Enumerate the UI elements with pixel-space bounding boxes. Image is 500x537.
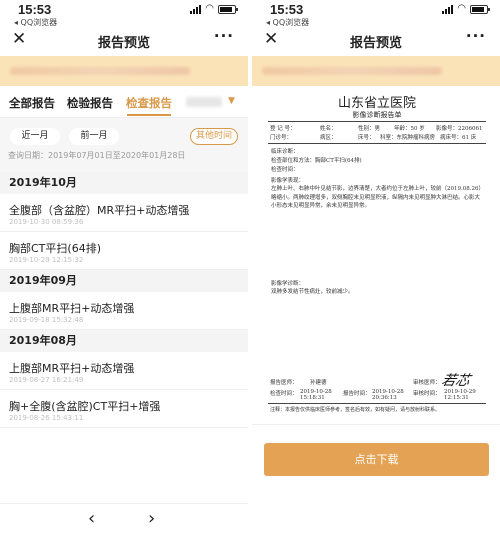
status-bar: 15:53 ◂ QQ浏览器 ◠ [0,0,248,27]
exam-part-method: 检查部位和方法：胸部CT平扫(64排) [271,158,362,164]
tab-exam-reports[interactable]: 检查报告 [126,95,172,111]
findings-text: 左肺上叶、右肺中叶见结节影，边界清楚，大者约位于左肺上叶，较前（2019.08.… [271,186,482,209]
outpatient-number: 门诊号： [270,135,293,141]
review-time-label: 审核时间： [413,391,441,397]
report-date: 2019-08-27 16:21:49 [9,376,84,384]
month-header: 2019年10月 [0,172,248,194]
signal-icon [190,4,202,14]
list-item[interactable]: 上腹部MR平扫+动态增强 2019-08-27 16:21:49 [0,352,248,390]
tab-all-reports[interactable]: 全部报告 [9,95,55,111]
reviewer-label: 审核医师： [413,380,441,386]
report-name: 上腹部MR平扫+动态增强 [9,362,135,375]
report-subtitle: 影像诊断报告单 [352,111,402,119]
report-preview-screen: 15:53 ◂ QQ浏览器 ◠ ✕ 报告预览 ··· 山东省立医院 影像诊断报告… [252,0,500,537]
name-label: 姓名： [320,126,337,132]
conclusion-text: 双肺多发结节性病灶，较前减少。 [271,289,354,295]
findings-label: 影像学表现： [271,178,305,184]
exam-time-label: 检查时间： [270,391,298,397]
report-name: 上腹部MR平扫+动态增强 [9,302,135,315]
more-icon[interactable]: ··· [214,27,234,45]
month-header: 2019年08月 [0,330,248,352]
signal-icon [442,4,454,14]
report-tabs: 全部报告 检验报告 检查报告 ▼ [0,86,248,118]
status-bar: 15:53 ◂ QQ浏览器 ◠ [252,0,500,27]
exam-time-label: 检查时间： [271,167,299,173]
report-time-value: 2019-10-28 20:36:13 [372,389,404,401]
ward: 病区： [320,135,337,141]
page-title: 报告预览 [97,36,150,51]
patient-info-redacted [10,67,190,75]
more-icon[interactable]: ··· [466,27,486,45]
page-title: 报告预览 [349,36,402,51]
reporter-name: 孙建德 [310,380,327,386]
footnote: 注释：本报告仅供临床医师参考，签名后有效，如有疑问，请与放射科联系。 [270,407,441,413]
divider [268,143,486,144]
query-date-range: 查询日期：2019年07月01日至2020年01月28日 [8,151,186,160]
report-list: 2019年10月 全腹部（含盆腔）MR平扫+动态增强 2019-10-30 08… [0,172,248,428]
browser-bottom-bar: ‹ › [0,503,248,537]
patient-banner [252,56,500,86]
age: 年龄：50 岁 [394,126,425,132]
reviewer-signature: 若芯 [439,373,472,389]
battery-icon [218,4,238,14]
wifi-icon: ◠ [457,3,466,14]
patient-info-redacted [262,67,442,75]
status-time: 15:53 [18,2,52,17]
prev-month-button[interactable]: 前一月 [69,128,119,145]
list-item[interactable]: 胸部CT平扫(64排) 2019-10-29 12:15:32 [0,232,248,270]
reporter-label: 报告医师： [270,380,298,386]
patient-banner [0,56,248,86]
list-item[interactable]: 上腹部MR平扫+动态增强 2019-09-18 15:32:48 [0,292,248,330]
download-button[interactable]: 点击下载 [264,443,489,476]
month-header: 2019年09月 [0,270,248,292]
nav-bar: ✕ 报告预览 ··· [0,26,248,56]
chevron-down-icon[interactable]: ▼ [228,96,235,106]
list-item[interactable]: 全腹部（含盆腔）MR平扫+动态增强 2019-10-30 08:59:36 [0,194,248,232]
other-time-button[interactable]: 其他时间 [190,128,238,145]
nav-bar: ✕ 报告预览 ··· [252,26,500,56]
date-filters: 近一月 前一月 其他时间 查询日期：2019年07月01日至2020年01月28… [0,118,248,160]
status-time: 15:53 [270,2,304,17]
exam-time-value: 2019-10-28 15:18:31 [300,389,332,401]
divider [252,424,500,425]
tab-redacted[interactable] [186,97,222,107]
report-list-screen: 15:53 ◂ QQ浏览器 ◠ ✕ 报告预览 ··· 全部报告 检验报告 检查报… [0,0,248,537]
bed-number: 病床号：61 床 [440,135,477,141]
recent-month-button[interactable]: 近一月 [10,128,60,145]
back-arrow-icon[interactable]: ‹ [88,508,95,529]
divider [268,121,486,122]
conclusion-label: 影像学诊断： [271,281,305,287]
forward-arrow-icon[interactable]: › [148,508,155,529]
status-icons: ◠ [442,3,490,14]
patient-id-label: 登 记 号： [270,126,296,132]
report-date: 2019-09-18 15:32:48 [9,316,84,324]
active-tab-indicator [127,114,171,116]
report-time-label: 报告时间： [343,391,371,397]
clinical-diagnosis: 临床诊断： [271,149,299,155]
status-icons: ◠ [190,3,238,14]
report-document: 山东省立医院 影像诊断报告单 登 记 号： 姓名： 性别：男 年龄：50 岁 影… [268,92,486,417]
battery-icon [470,4,490,14]
spacer [0,160,248,172]
image-number: 影像号：2206061 [436,126,483,132]
report-name: 胸+全腹(含盆腔)CT平扫+增强 [9,400,161,413]
department: 科室：东院肿瘤科病房 [380,135,436,141]
report-name: 胸部CT平扫(64排) [9,242,101,255]
list-item[interactable]: 胸+全腹(含盆腔)CT平扫+增强 2019-08-26 15:43:11 [0,390,248,428]
report-name: 全腹部（含盆腔）MR平扫+动态增强 [9,204,190,217]
report-date: 2019-08-26 15:43:11 [9,414,84,422]
tab-lab-reports[interactable]: 检验报告 [67,95,113,111]
review-time-value: 2019-10-29 12:15:31 [444,389,476,401]
report-date: 2019-10-29 12:15:32 [9,256,84,264]
gender: 性别：男 [358,126,381,132]
hospital-name: 山东省立医院 [337,96,416,111]
bed: 床号： [358,135,375,141]
report-date: 2019-10-30 08:59:36 [9,218,84,226]
wifi-icon: ◠ [205,3,214,14]
divider [268,403,486,404]
